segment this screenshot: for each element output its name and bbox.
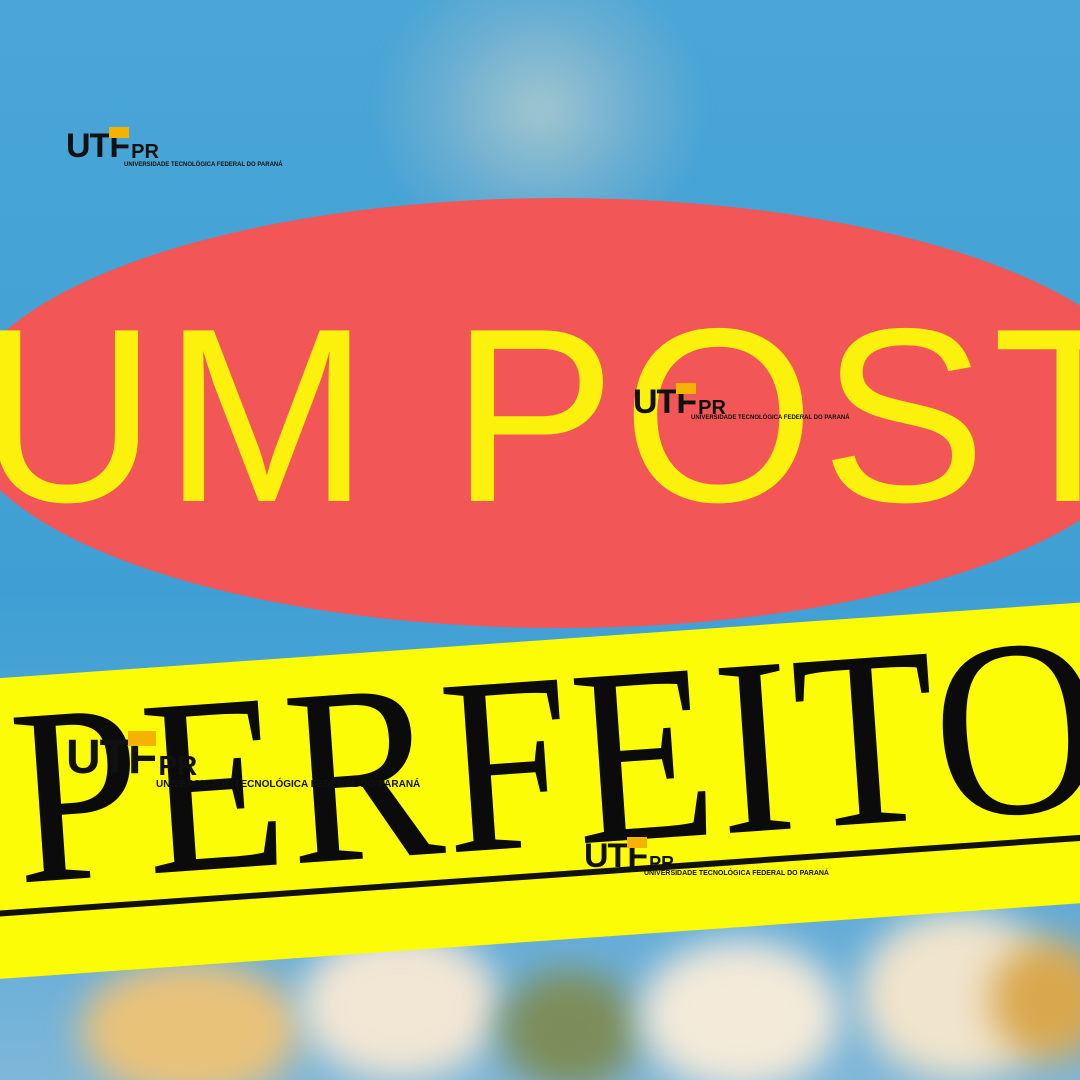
- flower-blob: [80, 960, 300, 1080]
- logo-mark-ut: UT: [66, 127, 110, 165]
- logo-pr: PR: [131, 141, 159, 163]
- logo-mark-f: F: [109, 127, 130, 165]
- logo-mark-ut: UT: [66, 731, 129, 784]
- utfpr-logo: UTF PR UNIVERSIDADE TECNOLÓGICA FEDERAL …: [66, 127, 283, 168]
- flower-blob: [500, 970, 640, 1080]
- logo-mark-ut: UT: [584, 837, 628, 875]
- utfpr-logo: UTF PR UNIVERSIDADE TECNOLÓGICA FEDERAL …: [66, 734, 420, 791]
- utfpr-logo: UTF PR UNIVERSIDADE TECNOLÓGICA FEDERAL …: [633, 383, 850, 421]
- headline-line-1: UM POST: [0, 276, 1080, 554]
- post-canvas: UM POST PERFEITO UTF PR UNIVERSIDADE TEC…: [0, 0, 1080, 1080]
- logo-subtitle: UNIVERSIDADE TECNOLÓGICA FEDERAL DO PARA…: [691, 415, 850, 421]
- flower-blob: [640, 940, 840, 1080]
- utfpr-logo: UTF PR UNIVERSIDADE TECNOLÓGICA FEDERAL …: [584, 837, 829, 877]
- logo-subtitle: UNIVERSIDADE TECNOLÓGICA FEDERAL DO PARA…: [644, 870, 829, 877]
- logo-mark-f: F: [127, 731, 157, 784]
- logo-pr: PR: [158, 750, 198, 781]
- logo-mark-ut: UT: [633, 383, 677, 421]
- logo-mark: UTF: [66, 127, 130, 165]
- logo-subtitle: UNIVERSIDADE TECNOLÓGICA FEDERAL DO PARA…: [156, 779, 421, 790]
- logo-mark: UTF: [66, 734, 157, 782]
- logo-mark: UTF: [633, 383, 697, 421]
- logo-subtitle: UNIVERSIDADE TECNOLÓGICA FEDERAL DO PARA…: [124, 162, 283, 168]
- logo-mark: UTF: [584, 837, 648, 875]
